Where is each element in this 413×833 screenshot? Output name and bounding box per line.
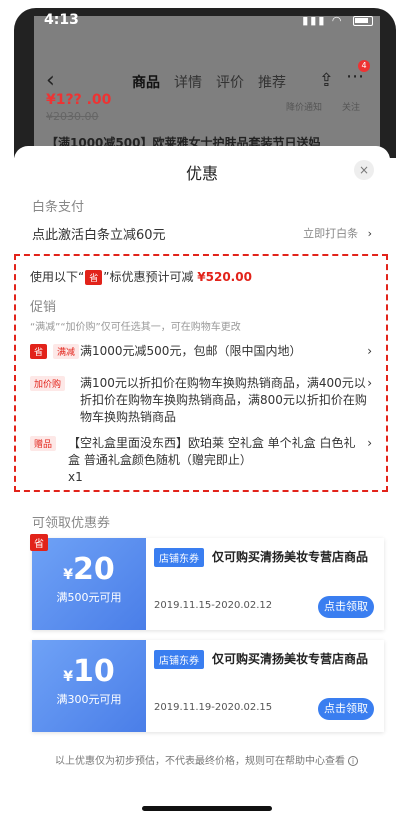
chevron-right-icon[interactable]: › <box>367 344 372 358</box>
coupon-date: 2019.11.15-2020.02.12 <box>154 600 273 611</box>
promo-amount: ¥520.00 <box>197 270 252 284</box>
status-time: 4:13 <box>44 12 79 28</box>
home-indicator[interactable] <box>142 806 272 811</box>
coupon-condition: 满500元可用 <box>56 591 122 604</box>
tab-recommend[interactable]: 推荐 <box>258 72 286 92</box>
currency-symbol: ¥ <box>63 567 73 583</box>
disclaimer-text: 以上优惠仅为初步预估，不代表最终价格，规则可在帮助中心查看 <box>55 756 345 767</box>
coupon-description: 仅可购买清扬美妆专营店商品 <box>212 550 369 564</box>
coupon-value: 20 <box>73 552 115 587</box>
notification-badge: 4 <box>358 60 370 72</box>
signal-icon: ▮▮▮ <box>302 14 327 27</box>
chevron-right-icon[interactable]: › <box>367 376 372 390</box>
promo-headline-suffix: ”标优惠预计可减 <box>103 270 194 284</box>
coupon-date: 2019.11.19-2020.02.15 <box>154 702 273 713</box>
tab-reviews[interactable]: 评价 <box>216 72 244 92</box>
disclaimer: 以上优惠仅为初步预估，不代表最终价格，规则可在帮助中心查看 i <box>0 752 413 767</box>
sheet-title: 优惠 <box>185 164 218 183</box>
claim-coupon-button[interactable]: 点击领取 <box>318 698 374 720</box>
chevron-right-icon[interactable]: › <box>367 436 372 450</box>
promo-note: “满减”“加价购”仅可任选其一，可在购物车更改 <box>30 322 241 333</box>
promo-section-label: 促销 <box>30 300 57 315</box>
promo-item-jiajiagou[interactable]: 满100元以折扣价在购物车换购热销商品，满400元以折扣价在购物车换购热销商品，… <box>80 375 370 426</box>
coupon-type-tag: 店铺东券 <box>154 650 204 669</box>
coupon-type-tag: 店铺东券 <box>154 548 204 567</box>
promo-headline-prefix: 使用以下“ <box>30 270 85 284</box>
coupon-amount: ¥10 <box>32 654 146 689</box>
manjian-tag: 满减 <box>53 344 80 359</box>
sheng-badge: 省 <box>30 534 48 551</box>
product-price: ¥1?? .00 <box>46 92 112 108</box>
baitiao-text[interactable]: 点此激活白条立减60元 <box>32 224 166 243</box>
sheng-tag: 省 <box>30 344 48 359</box>
promotion-box: 使用以下“ 省 ”标优惠预计可减 ¥520.00 促销 “满减”“加价购”仅可任选其… <box>14 254 388 492</box>
tab-product[interactable]: 商品 <box>132 72 160 92</box>
nav-tabs: 商品 详情 评价 推荐 <box>132 72 286 92</box>
promo-item-gift[interactable]: 【空礼盒里面没东西】欧珀莱 空礼盒 单个礼盒 白色礼盒 普通礼盒颜色随机（赠完即… <box>68 435 358 469</box>
coupon-condition: 满300元可用 <box>56 693 122 706</box>
promo-item-manjian[interactable]: 满1000元减500元，包邮（限中国内地） <box>80 343 301 360</box>
currency-symbol: ¥ <box>63 669 73 685</box>
status-icons: ▮▮▮ ◠ <box>302 14 373 27</box>
coupon-card: ¥20 满500元可用 省 店铺东券 仅可购买清扬美妆专营店商品 2019.11… <box>30 534 384 630</box>
baitiao-action[interactable]: 立即打白条 › <box>303 225 372 241</box>
battery-icon <box>353 16 373 26</box>
screen: 4:13 ▮▮▮ ◠ ‹ 商品 详情 评价 推荐 ⇪ ⋯ 4 降价通知 关注 ¥… <box>0 0 413 833</box>
gift-qty: x1 <box>68 470 83 484</box>
coupon-amount-panel: ¥20 满500元可用 <box>32 538 146 630</box>
wifi-icon: ◠ <box>331 14 344 27</box>
sheng-tag: 省 <box>85 270 103 285</box>
promo-item-tags: 赠品 <box>30 436 62 451</box>
tab-details[interactable]: 详情 <box>174 72 202 92</box>
follow-label[interactable]: 关注 <box>342 100 360 113</box>
price-alert-label[interactable]: 降价通知 <box>286 100 322 113</box>
info-icon[interactable]: i <box>348 756 358 766</box>
share-icon[interactable]: ⇪ <box>319 70 334 91</box>
promo-headline: 使用以下“ 省 ”标优惠预计可减 ¥520.00 <box>30 268 252 285</box>
coupon-amount: ¥20 <box>32 552 146 587</box>
claim-coupon-button[interactable]: 点击领取 <box>318 596 374 618</box>
promo-item-tags: 加价购 <box>30 376 71 391</box>
back-icon[interactable]: ‹ <box>46 68 55 93</box>
close-button[interactable]: × <box>354 160 374 180</box>
jiajiagou-tag: 加价购 <box>30 376 66 391</box>
coupon-description: 仅可购买清扬美妆专营店商品 <box>212 652 369 666</box>
baitiao-section-label: 白条支付 <box>32 200 85 215</box>
coupon-amount-panel: ¥10 满300元可用 <box>32 640 146 732</box>
gift-tag: 赠品 <box>30 436 57 451</box>
baitiao-action-label[interactable]: 立即打白条 <box>303 227 358 240</box>
promo-item-tags: 省满减 <box>30 344 85 359</box>
coupon-value: 10 <box>73 654 115 689</box>
chevron-right-icon: › <box>367 227 372 240</box>
coupon-card: ¥10 满300元可用 店铺东券 仅可购买清扬美妆专营店商品 2019.11.1… <box>32 640 384 732</box>
product-old-price: ¥2030.00 <box>46 110 99 123</box>
coupon-section-label: 可领取优惠券 <box>32 516 111 531</box>
